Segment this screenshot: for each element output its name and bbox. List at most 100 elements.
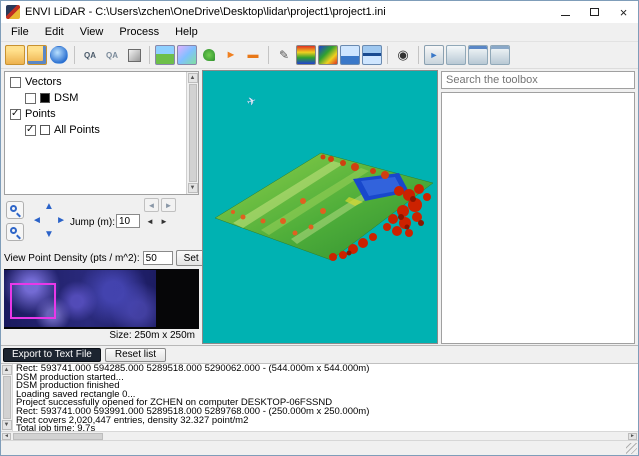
tree-item-label: Vectors — [25, 76, 62, 88]
scrollbar-thumb[interactable] — [2, 376, 11, 419]
menu-file[interactable]: File — [3, 24, 37, 40]
tree-item-label: Points — [25, 108, 56, 120]
jump-label: Jump (m): — [70, 217, 115, 228]
vegetation-classify-icon[interactable] — [199, 45, 219, 65]
density-input[interactable] — [142, 251, 173, 265]
qa-quality-1-icon[interactable] — [80, 45, 100, 65]
scroll-right-icon[interactable]: ► — [628, 432, 637, 440]
dsm-checkbox[interactable] — [25, 92, 36, 104]
log-vertical-scrollbar[interactable]: ▲ ▼ — [1, 364, 13, 431]
maximize-icon — [590, 8, 599, 16]
minimize-button[interactable] — [551, 1, 580, 23]
points-checkbox[interactable] — [10, 108, 21, 120]
toolbar-separator — [74, 46, 75, 64]
export-to-text-file-button[interactable]: Export to Text File — [3, 347, 101, 362]
open-project-icon[interactable] — [5, 45, 25, 65]
left-panel: Vectors DSM Points All Points ▲ — [1, 69, 207, 345]
tree-item-label: All Points — [54, 124, 100, 136]
window-controls: × — [551, 1, 638, 23]
status-bar — [1, 440, 638, 455]
app-window: ENVI LiDAR - C:\Users\zchen\OneDrive\Des… — [0, 0, 639, 456]
maximize-button[interactable] — [580, 1, 609, 23]
scrollbar-thumb[interactable] — [13, 432, 103, 440]
vectors-checkbox[interactable] — [10, 76, 21, 88]
tree-item-vectors[interactable]: Vectors — [7, 74, 184, 90]
cube-3d-icon[interactable] — [124, 45, 144, 65]
log-list[interactable]: Rect: 593741.000 594285.000 5289518.000 … — [14, 364, 636, 431]
flightline-arrow-icon[interactable] — [221, 45, 241, 65]
scrollbar-thumb[interactable] — [188, 84, 197, 182]
section-line-icon[interactable] — [243, 45, 263, 65]
jump-forward-icon[interactable]: ► — [160, 217, 168, 226]
size-label: Size: 250m x 250m — [109, 330, 195, 341]
edit-tool-icon[interactable] — [274, 45, 294, 65]
toolbox-search-input[interactable] — [441, 71, 635, 89]
scroll-up-icon[interactable]: ▲ — [1, 365, 12, 375]
display-window-3-icon[interactable] — [490, 45, 510, 65]
log-area[interactable]: ▲ ▼ Rect: 593741.000 594285.000 5289518.… — [1, 363, 638, 431]
menu-view[interactable]: View — [72, 24, 112, 40]
reset-list-button[interactable]: Reset list — [104, 347, 166, 362]
log-button-row: Export to Text File Reset list — [1, 346, 638, 363]
pan-up-icon[interactable]: ▲ — [44, 202, 54, 212]
magnifier-handle-icon — [16, 234, 21, 240]
tree-item-dsm[interactable]: DSM — [7, 90, 184, 106]
toolbox-list[interactable] — [441, 92, 635, 344]
globe-zoom-icon[interactable] — [50, 46, 68, 64]
pan-dpad[interactable]: ▲ ▼ ◄ ► — [30, 202, 68, 240]
eye-visibility-icon[interactable] — [393, 45, 413, 65]
scroll-down-icon[interactable]: ▼ — [187, 183, 198, 193]
terrain-colormap-icon[interactable] — [318, 45, 338, 65]
close-icon: × — [619, 4, 628, 20]
zoom-out-button[interactable] — [6, 223, 24, 241]
app-icon — [6, 5, 20, 19]
jump-back-icon[interactable]: ◄ — [146, 217, 154, 226]
menu-help[interactable]: Help — [167, 24, 206, 40]
scroll-up-icon[interactable]: ▲ — [187, 73, 198, 83]
layer-tree[interactable]: Vectors DSM Points All Points ▲ — [4, 71, 199, 195]
tree-item-points[interactable]: Points — [7, 106, 184, 122]
magnifier-icon — [10, 227, 17, 234]
resize-grip[interactable] — [626, 443, 637, 454]
pan-left-icon[interactable]: ◄ — [32, 216, 42, 226]
pan-down-icon[interactable]: ▼ — [44, 230, 54, 240]
display-window-2-icon[interactable] — [468, 45, 488, 65]
overview-map[interactable] — [4, 269, 199, 329]
cross-section-view-icon[interactable] — [362, 45, 382, 65]
tree-scrollbar[interactable]: ▲ ▼ — [186, 72, 198, 194]
scroll-left-icon[interactable]: ◄ — [2, 432, 11, 440]
elevation-colormap-icon[interactable] — [296, 45, 316, 65]
export-display-icon[interactable] — [424, 45, 444, 65]
profile-view-icon[interactable] — [340, 45, 360, 65]
main-3d-view[interactable]: ✈ — [202, 70, 438, 344]
toolbox-panel — [439, 69, 638, 345]
window-title: ENVI LiDAR - C:\Users\zchen\OneDrive\Des… — [25, 6, 386, 18]
menu-bar: File Edit View Process Help — [1, 23, 638, 42]
previous-view-button[interactable]: ◄ — [144, 198, 159, 212]
next-view-button[interactable]: ► — [161, 198, 176, 212]
minimize-icon — [561, 14, 570, 16]
magnifier-icon — [10, 205, 17, 212]
toolbar-separator — [268, 46, 269, 64]
log-panel: Export to Text File Reset list ▲ ▼ Rect:… — [1, 345, 638, 440]
qa-quality-2-icon[interactable] — [102, 45, 122, 65]
log-line: Rect covers 2,020,447 entries, density 3… — [16, 414, 249, 426]
raster-image-icon[interactable] — [177, 45, 197, 65]
all-points-checkbox[interactable] — [25, 124, 36, 136]
ortho-image-icon[interactable] — [155, 45, 175, 65]
display-window-1-icon[interactable] — [446, 45, 466, 65]
save-project-icon[interactable] — [27, 45, 47, 65]
jump-input[interactable] — [116, 214, 140, 228]
tree-item-label: DSM — [54, 92, 79, 104]
zoom-in-button[interactable] — [6, 201, 24, 219]
selection-rectangle[interactable] — [10, 283, 56, 319]
pan-right-icon[interactable]: ► — [56, 216, 66, 226]
close-button[interactable]: × — [609, 1, 638, 23]
log-horizontal-scrollbar[interactable]: ◄ ► — [1, 431, 638, 440]
menu-edit[interactable]: Edit — [37, 24, 72, 40]
menu-process[interactable]: Process — [111, 24, 167, 40]
scroll-down-icon[interactable]: ▼ — [1, 420, 12, 430]
title-bar[interactable]: ENVI LiDAR - C:\Users\zchen\OneDrive\Des… — [1, 1, 638, 23]
tree-item-all-points[interactable]: All Points — [7, 122, 184, 138]
navigation-panel: ▲ ▼ ◄ ► Jump (m): ◄ ► ◄ ► — [4, 197, 199, 247]
